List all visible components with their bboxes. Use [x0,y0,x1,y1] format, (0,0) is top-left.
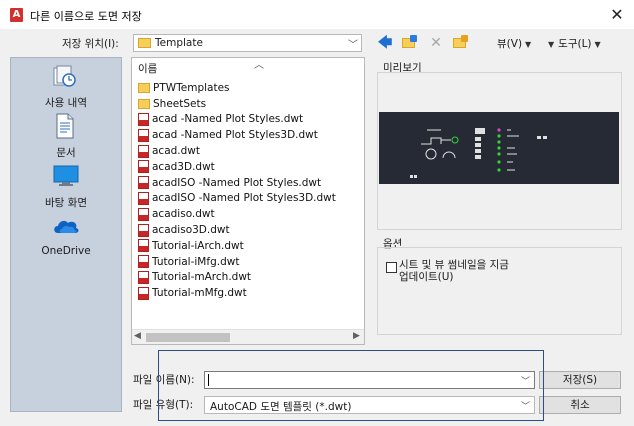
places-bar: 사용 내역 문서 바탕 화면 OneDrive [10,57,122,412]
place-history-label: 사용 내역 [45,97,87,109]
title-bar: A 다른 이름으로 도면 저장 ✕ [0,0,634,30]
dwt-file-icon [138,270,149,284]
file-name: Tutorial-mArch.dwt [152,271,252,284]
chevron-down-icon: ﹀ [348,40,358,51]
place-history[interactable]: 사용 내역 [11,65,121,113]
file-row[interactable]: acad -Named Plot Styles.dwt [138,112,303,128]
tools-menu-label: 도구(L) [558,38,592,50]
file-row[interactable]: acad3D.dwt [138,159,215,175]
dwt-file-icon [138,144,149,158]
chevron-down-icon: ﹀ [521,402,531,412]
documents-icon [56,113,74,139]
file-row[interactable]: acadiso.dwt [138,206,215,222]
file-row[interactable]: acadiso3D.dwt [138,222,230,238]
scroll-thumb[interactable] [146,333,230,342]
save-in-label: 저장 위치(I): [62,38,119,50]
desktop-icon [53,165,79,186]
file-type-select[interactable]: AutoCAD 도면 템플릿 (*.dwt) ﹀ [204,396,535,414]
window-title: 다른 이름으로 도면 저장 [30,10,142,23]
history-icon [53,65,76,87]
text-caret [208,374,209,386]
delete-icon[interactable]: ✕ [428,35,444,51]
file-name: acad3D.dwt [152,160,215,173]
views-menu-label: 뷰(V) [497,38,523,50]
place-onedrive-label: OneDrive [41,245,91,257]
file-list[interactable]: 이름 ︿ PTWTemplates SheetSets acad -Named Pl… [131,57,365,345]
dwt-file-icon [138,191,149,205]
dwt-file-icon [138,286,149,300]
folder-icon [138,98,150,109]
folder-icon [138,82,150,93]
file-name: Tutorial-mMfg.dwt [152,287,247,300]
file-type-value: AutoCAD 도면 템플릿 (*.dwt) [210,401,352,413]
file-name: Tutorial-iMfg.dwt [152,255,240,268]
horizontal-scrollbar[interactable]: ◀ ▶ [132,329,364,344]
dwt-file-icon [138,223,149,237]
chevron-down-icon[interactable]: ﹀ [521,374,530,387]
file-list-header[interactable]: 이름 ︿ [132,58,364,76]
chevron-down-icon: ▼ [594,40,601,49]
file-name: acadiso.dwt [152,208,215,221]
template-thumbnail [410,128,547,178]
views-menu[interactable]: 뷰(V) ▼ [497,36,531,51]
file-name: acad -Named Plot Styles3D.dwt [152,129,318,142]
file-row[interactable]: Tutorial-mMfg.dwt [138,285,247,301]
file-name-label: 파일 이름(N): [133,374,195,386]
file-name: SheetSets [153,97,207,110]
dwt-file-icon [138,239,149,253]
back-icon[interactable]: 🡄 [377,35,393,51]
tools-menu[interactable]: ▼ 도구(L) ▼ [548,36,601,51]
place-onedrive[interactable]: OneDrive [11,213,121,261]
place-desktop-label: 바탕 화면 [45,197,87,209]
file-name-input[interactable]: ﹀ [204,371,535,389]
folder-icon [138,38,151,48]
close-icon[interactable]: ✕ [606,4,628,26]
file-name: PTWTemplates [153,81,230,94]
place-desktop[interactable]: 바탕 화면 [11,163,121,211]
file-row[interactable]: acad -Named Plot Styles3D.dwt [138,127,318,143]
scroll-left-icon[interactable]: ◀ [134,331,141,341]
dwt-file-icon [138,160,149,174]
file-name: acad -Named Plot Styles.dwt [152,113,304,126]
file-name: Tutorial-iArch.dwt [152,239,244,252]
folder-row[interactable]: SheetSets [138,96,206,112]
file-name: acadISO -Named Plot Styles3D.dwt [152,192,336,205]
dwt-file-icon [138,176,149,190]
file-name: acad.dwt [152,145,201,158]
sort-caret-icon: ︿ [254,60,264,71]
save-in-value: Template [155,37,203,49]
save-in-combo[interactable]: Template ﹀ [133,34,362,52]
save-button[interactable]: 저장(S) [539,371,621,389]
up-folder-icon[interactable] [401,35,417,51]
file-type-label: 파일 유형(T): [133,399,194,411]
file-name: acadISO -Named Plot Styles.dwt [152,176,322,189]
column-name-header[interactable]: 이름 [138,61,157,76]
file-row[interactable]: acadISO -Named Plot Styles3D.dwt [138,191,336,207]
dwt-file-icon [138,112,149,126]
file-row[interactable]: acadISO -Named Plot Styles.dwt [138,175,321,191]
dwt-file-icon [138,255,149,269]
file-row[interactable]: Tutorial-iArch.dwt [138,238,244,254]
caret-icon: ▼ [548,40,555,49]
folder-row[interactable]: PTWTemplates [138,80,230,96]
autocad-logo-icon: A [10,8,23,22]
update-thumbnail-checkbox[interactable] [386,262,397,273]
onedrive-icon [54,220,79,233]
dwt-file-icon [138,207,149,221]
update-thumbnail-label[interactable]: 시트 및 뷰 썸네일을 지금 업데이트(U) [399,259,519,283]
place-documents-label: 문서 [56,147,76,159]
chevron-down-icon: ▼ [525,40,532,49]
cancel-button[interactable]: 취소 [539,396,621,414]
file-row[interactable]: Tutorial-iMfg.dwt [138,254,239,270]
new-folder-icon[interactable] [452,35,468,51]
file-row[interactable]: acad.dwt [138,143,200,159]
scroll-right-icon[interactable]: ▶ [353,331,360,341]
preview-image [379,112,619,184]
file-name: acadiso3D.dwt [152,224,230,237]
place-documents[interactable]: 문서 [11,113,121,161]
file-row[interactable]: Tutorial-mArch.dwt [138,270,251,286]
dwt-file-icon [138,128,149,142]
